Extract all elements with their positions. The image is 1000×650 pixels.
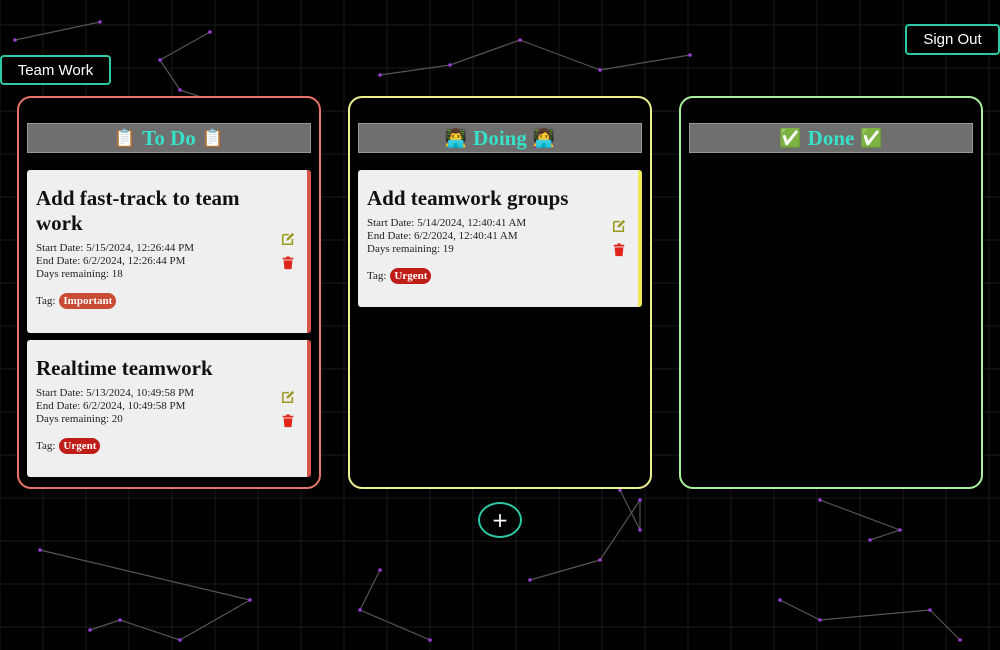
task-title: Realtime teamwork	[36, 356, 213, 380]
tag-badge-urgent: Urgent	[59, 438, 101, 454]
edit-icon[interactable]	[612, 219, 626, 233]
tag-badge-urgent: Urgent	[390, 268, 432, 284]
task-start-date: Start Date: 5/14/2024, 12:40:41 AM	[367, 217, 527, 229]
task-tag-row: Tag: Urgent	[36, 438, 277, 454]
column-doing: 👨‍💻 Doing 👩‍💻 Add teamwork groups Start …	[348, 96, 652, 489]
column-header-doing: 👨‍💻 Doing 👩‍💻	[358, 123, 642, 153]
clipboard-icon: 📋	[113, 127, 137, 149]
card-actions	[612, 219, 626, 257]
check-mark-icon: ✅	[860, 127, 883, 149]
check-mark-icon: ✅	[779, 127, 802, 149]
man-technologist-icon: 👨‍💻	[444, 127, 468, 149]
team-work-button[interactable]: Team Work	[0, 55, 111, 85]
trash-icon[interactable]	[281, 414, 295, 428]
task-days-remaining: Days remaining: 19	[367, 243, 454, 255]
task-title: Add teamwork groups	[367, 186, 569, 210]
column-done: ✅ Done ✅	[679, 96, 983, 489]
task-tag-row: Tag: Important	[36, 293, 277, 309]
column-todo: 📋 To Do 📋 Add fast-track to team work St…	[17, 96, 321, 489]
column-title-doing: Doing	[473, 125, 527, 150]
task-start-date: Start Date: 5/15/2024, 12:26:44 PM	[36, 242, 194, 254]
task-card[interactable]: Realtime teamwork Start Date: 5/13/2024,…	[27, 340, 311, 477]
column-title-done: Done	[807, 125, 855, 150]
tag-badge-important: Important	[59, 293, 117, 309]
edit-icon[interactable]	[281, 390, 295, 404]
tag-label: Tag:	[36, 440, 56, 452]
column-header-todo: 📋 To Do 📋	[27, 123, 311, 153]
card-actions	[281, 390, 295, 428]
clipboard-icon: 📋	[201, 127, 225, 149]
woman-technologist-icon: 👩‍💻	[532, 127, 556, 149]
task-start-date: Start Date: 5/13/2024, 10:49:58 PM	[36, 387, 194, 399]
card-actions	[281, 232, 295, 270]
task-end-date: End Date: 6/2/2024, 12:26:44 PM	[36, 255, 186, 267]
task-days-remaining: Days remaining: 20	[36, 413, 123, 425]
add-task-button[interactable]: +	[478, 502, 522, 538]
edit-icon[interactable]	[281, 232, 295, 246]
task-end-date: End Date: 6/2/2024, 10:49:58 PM	[36, 400, 186, 412]
task-card[interactable]: Add teamwork groups Start Date: 5/14/202…	[358, 170, 642, 307]
task-tag-row: Tag: Urgent	[367, 268, 608, 284]
task-end-date: End Date: 6/2/2024, 12:40:41 AM	[367, 230, 518, 242]
column-header-done: ✅ Done ✅	[689, 123, 973, 153]
sign-out-button[interactable]: Sign Out	[905, 24, 1000, 55]
tag-label: Tag:	[367, 270, 387, 282]
trash-icon[interactable]	[281, 256, 295, 270]
task-card[interactable]: Add fast-track to team work Start Date: …	[27, 170, 311, 333]
tag-label: Tag:	[36, 295, 56, 307]
column-title-todo: To Do	[142, 125, 196, 150]
trash-icon[interactable]	[612, 243, 626, 257]
task-days-remaining: Days remaining: 18	[36, 268, 123, 280]
task-title: Add fast-track to team work	[36, 186, 240, 235]
